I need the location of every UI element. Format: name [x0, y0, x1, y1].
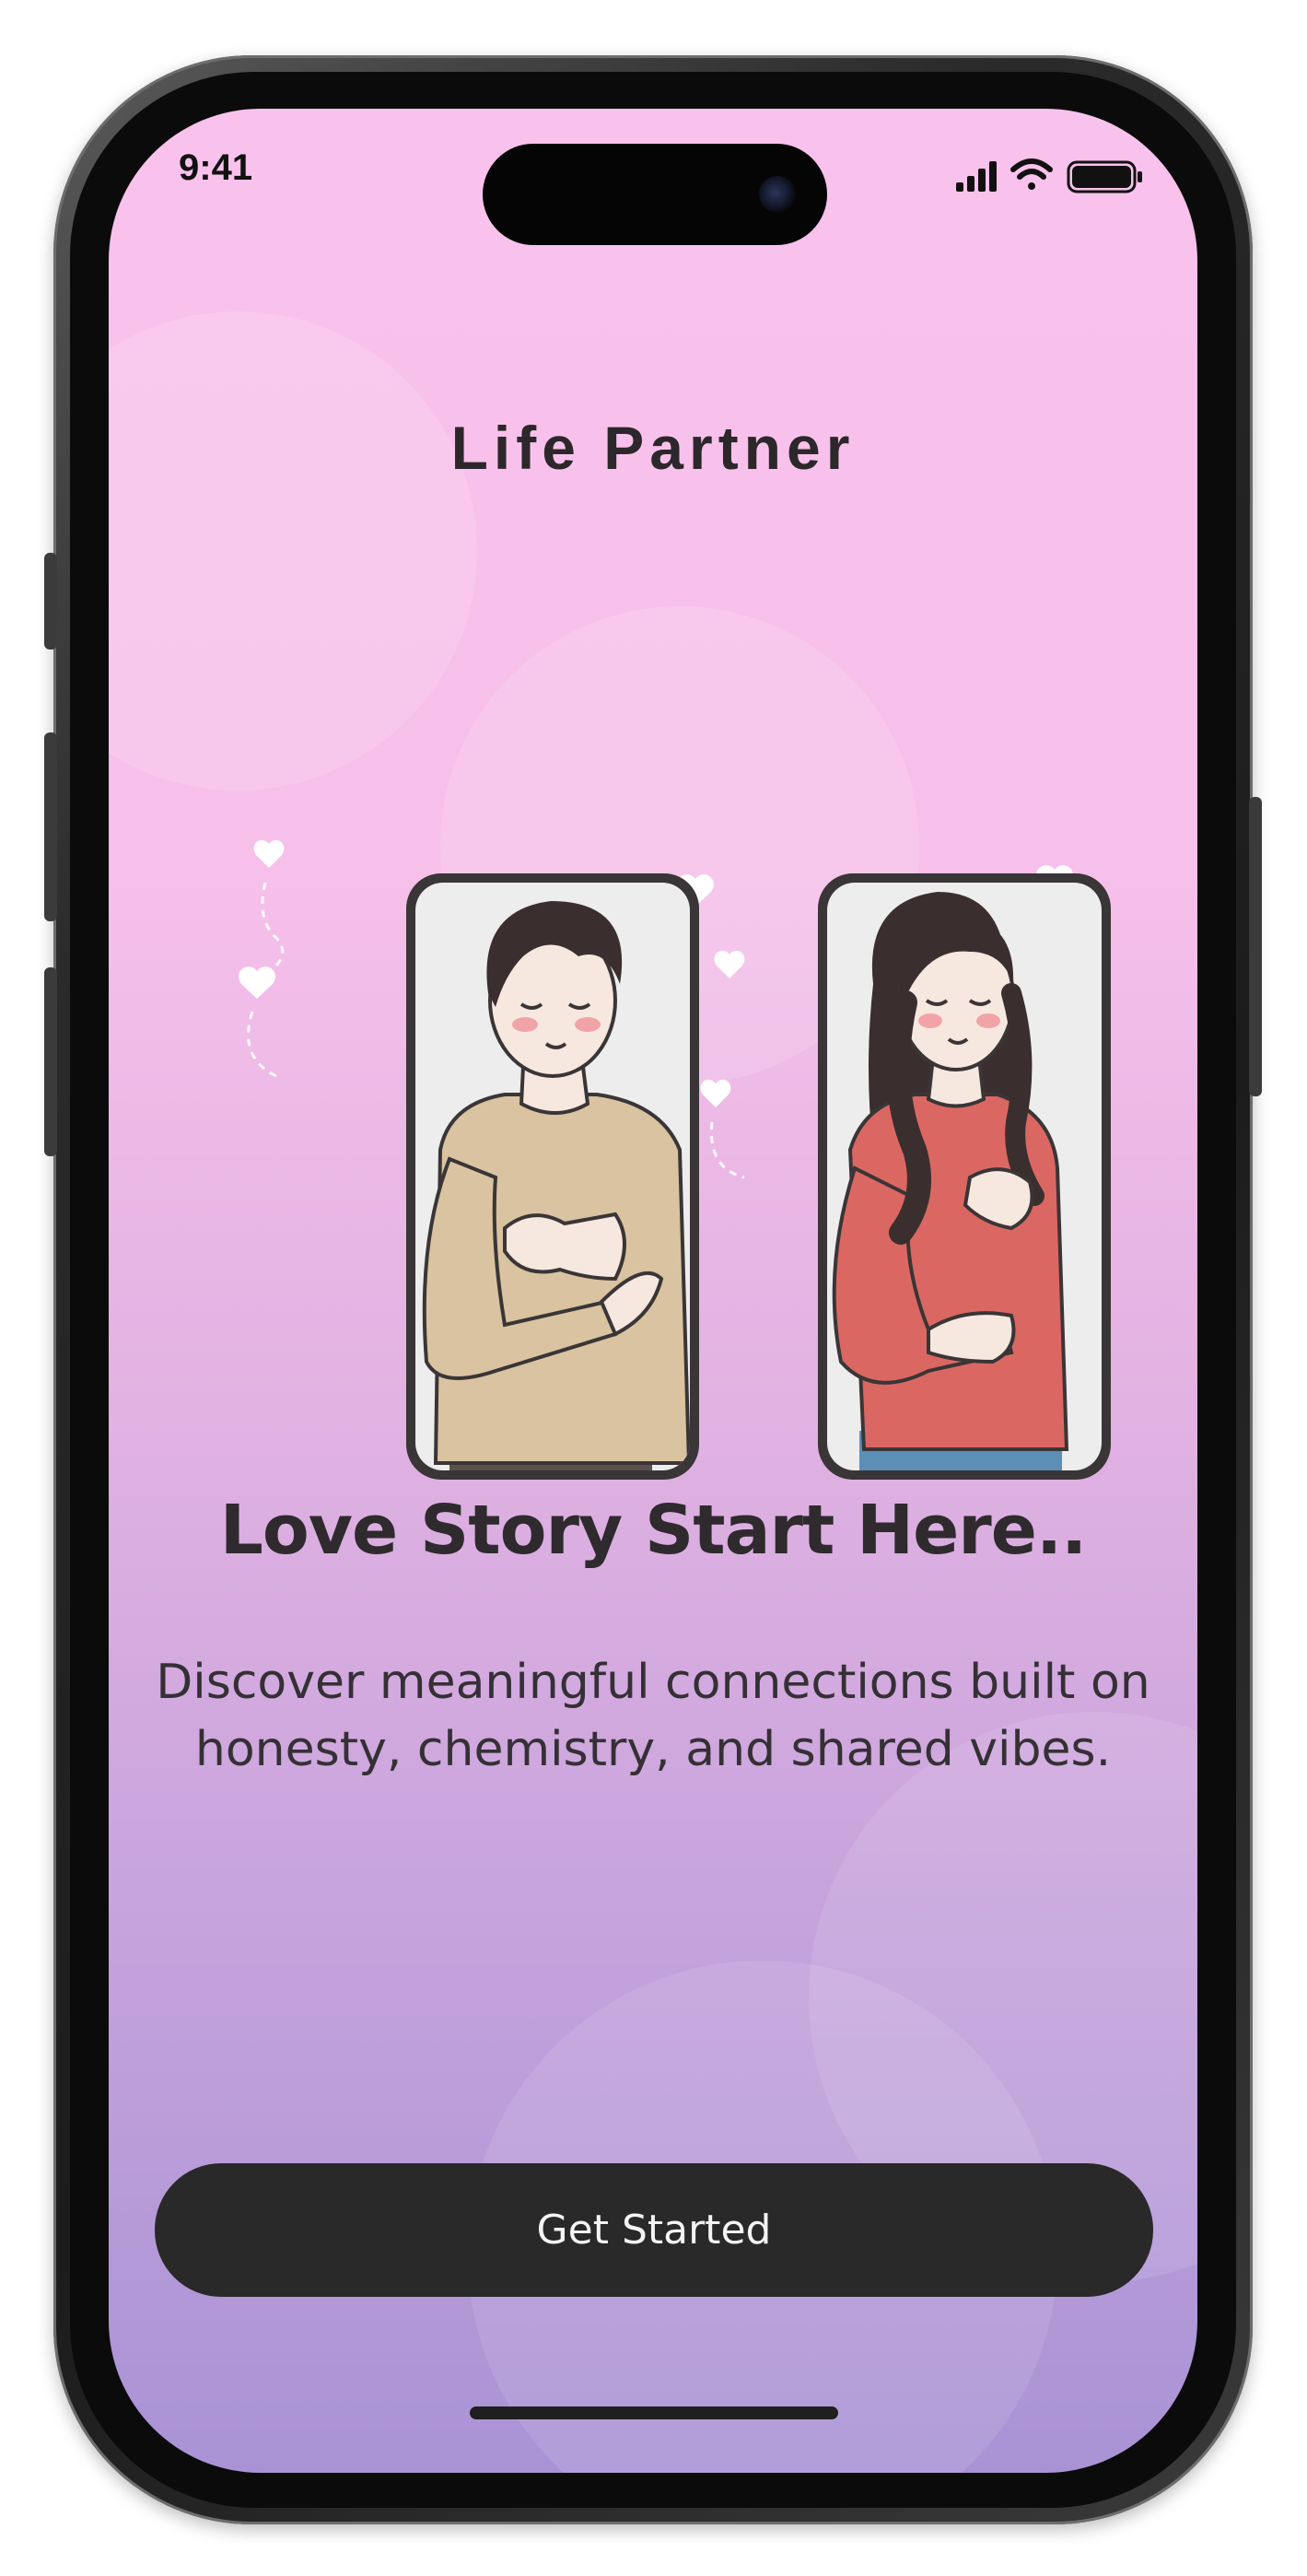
status-icons	[956, 158, 1142, 193]
background-bubble	[109, 311, 477, 790]
get-started-button[interactable]: Get Started	[155, 2163, 1153, 2297]
dynamic-island	[483, 144, 827, 245]
action-button	[44, 553, 57, 650]
app-title: Life Partner	[450, 414, 856, 482]
cellular-signal-icon	[956, 161, 997, 192]
app-screen: 9:41 Life Partner Love Story Start Here.…	[109, 109, 1197, 2473]
couple-illustration	[239, 839, 1111, 1480]
battery-icon	[1067, 160, 1142, 193]
woman-phone-card	[818, 873, 1111, 1480]
power-button	[1249, 797, 1262, 1096]
home-indicator[interactable]	[470, 2406, 838, 2419]
man-phone-card	[406, 873, 699, 1480]
front-camera-icon	[759, 176, 796, 213]
status-time: 9:41	[179, 147, 253, 188]
wifi-icon	[1010, 158, 1053, 190]
volume-up-button	[44, 732, 57, 921]
volume-down-button	[44, 967, 57, 1156]
headline: Love Story Start Here..	[219, 1491, 1087, 1570]
description: Discover meaningful connections built on…	[156, 1655, 1150, 1777]
